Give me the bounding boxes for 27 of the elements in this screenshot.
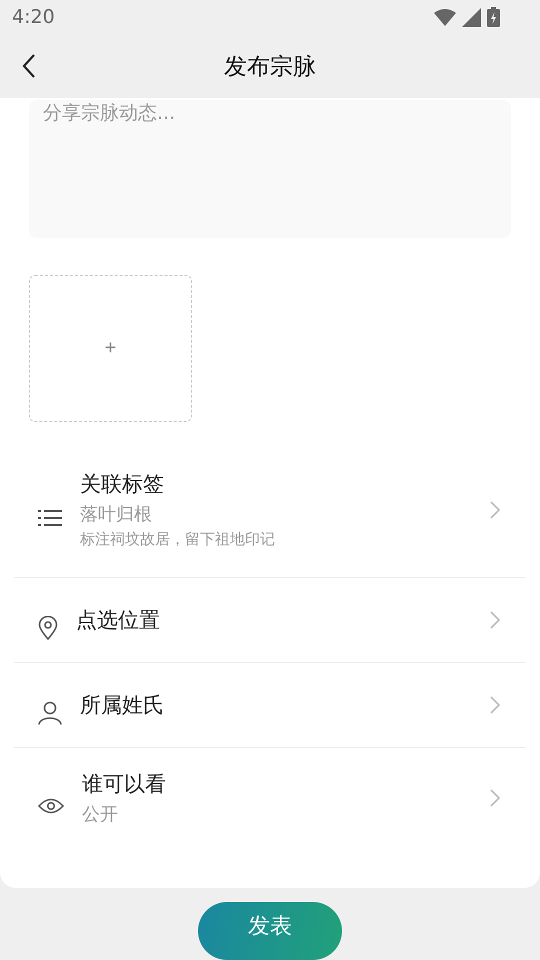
option-hint: 标注祠坟故居，留下祖地印记: [80, 530, 276, 549]
option-title: 所属姓氏: [80, 692, 165, 719]
option-row[interactable]: 所属姓氏: [14, 663, 526, 748]
chevron-right-icon: [490, 696, 500, 714]
wifi-icon: [434, 8, 456, 26]
option-value: 落叶归根: [80, 503, 153, 526]
option-row[interactable]: 点选位置: [14, 578, 526, 663]
page-title: 发布宗脉: [224, 52, 316, 82]
person-icon: [38, 701, 62, 725]
list-icon: [38, 508, 62, 526]
chevron-right-icon: [490, 500, 500, 518]
option-title: 点选位置: [76, 607, 161, 634]
chevron-right-icon: [490, 789, 500, 807]
option-title: 谁可以看: [82, 771, 167, 798]
location-pin-icon: [38, 616, 58, 640]
signal-icon: [462, 8, 481, 27]
battery-icon: [487, 7, 500, 28]
add-photo-button[interactable]: +: [29, 275, 192, 422]
eye-icon: [38, 798, 64, 814]
option-row[interactable]: 谁可以看 公开: [14, 748, 526, 848]
chevron-right-icon: [490, 611, 500, 629]
publish-button[interactable]: 发表: [198, 902, 342, 960]
option-row[interactable]: 关联标签 落叶归根 标注祠坟故居，留下祖地印记: [14, 456, 526, 578]
option-value: 公开: [82, 803, 119, 826]
option-title: 关联标签: [80, 471, 165, 498]
post-text-field[interactable]: 分享宗脉动态...: [29, 100, 511, 238]
status-time: 4:20: [12, 6, 55, 28]
